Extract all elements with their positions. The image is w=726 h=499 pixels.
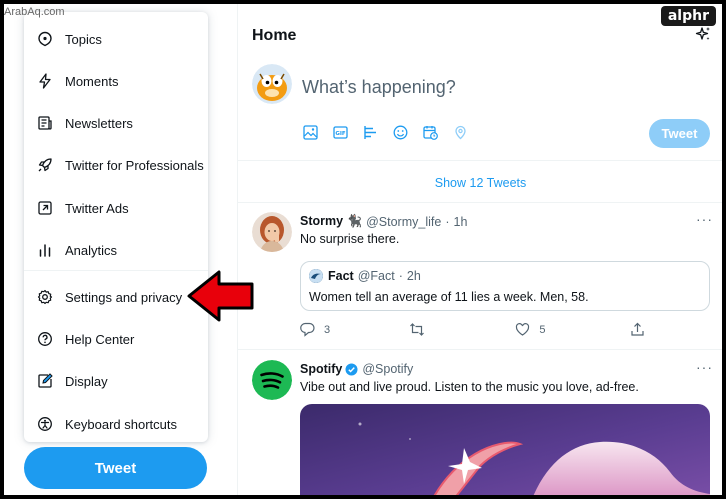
screenshot-frame: ArabAq.com alphr Topics Moments Newslett… bbox=[4, 4, 722, 495]
divider bbox=[238, 349, 722, 350]
accessibility-icon bbox=[37, 416, 53, 432]
tweet-header: Spotify @Spotify bbox=[300, 362, 413, 376]
verified-badge-icon bbox=[345, 363, 358, 376]
menu-item-label: Twitter for Professionals bbox=[65, 157, 204, 173]
retweet-icon bbox=[409, 323, 424, 336]
retweet-button[interactable] bbox=[409, 322, 516, 337]
menu-item-analytics[interactable]: Analytics bbox=[24, 230, 208, 270]
watermark: ArabAq.com bbox=[4, 6, 65, 18]
tweet-author-avatar[interactable] bbox=[252, 360, 292, 400]
quoted-author-name: Fact bbox=[328, 269, 354, 283]
red-arrow-annotation bbox=[187, 270, 254, 322]
quoted-author-handle: @Fact bbox=[357, 269, 395, 283]
menu-item-label: Display bbox=[65, 373, 108, 389]
menu-item-settings-and-privacy[interactable]: Settings and privacy bbox=[24, 277, 208, 317]
menu-item-professionals[interactable]: Twitter for Professionals bbox=[24, 145, 208, 185]
quoted-author-avatar bbox=[309, 269, 323, 283]
compose-input[interactable]: What’s happening? bbox=[302, 77, 456, 98]
svg-text:GIF: GIF bbox=[335, 131, 346, 137]
show-new-tweets-link[interactable]: Show 12 Tweets bbox=[238, 164, 722, 202]
menu-divider bbox=[24, 270, 208, 271]
more-menu: Topics Moments Newsletters Twitter for P… bbox=[24, 12, 208, 442]
rocket-icon bbox=[37, 157, 53, 173]
like-count: 5 bbox=[539, 323, 546, 336]
sidebar-tweet-button[interactable]: Tweet bbox=[24, 447, 207, 489]
reply-icon bbox=[300, 322, 315, 337]
quoted-tweet-text: Women tell an average of 11 lies a week.… bbox=[309, 290, 589, 304]
user-avatar[interactable] bbox=[252, 64, 292, 104]
tweet-author-avatar[interactable] bbox=[252, 212, 292, 252]
menu-item-help-center[interactable]: Help Center bbox=[24, 319, 208, 359]
more-options-icon[interactable]: ··· bbox=[696, 359, 713, 375]
menu-item-topics[interactable]: Topics bbox=[24, 19, 208, 59]
tweet-actions: 3 5 bbox=[300, 322, 645, 337]
tweet-author-handle[interactable]: @Stormy_life bbox=[366, 215, 441, 229]
reply-button[interactable]: 3 bbox=[300, 322, 409, 337]
menu-item-label: Analytics bbox=[65, 242, 118, 258]
image-icon[interactable] bbox=[302, 124, 318, 140]
menu-item-keyboard-shortcuts[interactable]: Keyboard shortcuts bbox=[24, 404, 208, 444]
menu-item-newsletters[interactable]: Newsletters bbox=[24, 103, 208, 143]
menu-item-label: Newsletters bbox=[65, 115, 133, 131]
newsletter-icon bbox=[37, 115, 53, 131]
bar-chart-icon bbox=[37, 242, 53, 258]
menu-item-label: Keyboard shortcuts bbox=[65, 416, 178, 432]
emoji-icon[interactable] bbox=[392, 124, 408, 140]
tweet-text: No surprise there. bbox=[300, 232, 400, 246]
location-icon[interactable] bbox=[452, 124, 468, 140]
home-timeline: Home What’s happening? GIF Tweet Show 12… bbox=[237, 4, 722, 495]
separator-dot: · bbox=[398, 269, 403, 283]
heart-icon bbox=[516, 323, 530, 336]
menu-item-label: Twitter Ads bbox=[65, 200, 129, 216]
quoted-tweet-header: Fact @Fact · 2h bbox=[328, 269, 421, 283]
brand-logo: alphr bbox=[660, 6, 716, 26]
divider bbox=[238, 160, 722, 161]
tweet-text: Vibe out and live proud. Listen to the m… bbox=[300, 380, 639, 394]
poll-icon[interactable] bbox=[362, 124, 378, 140]
tweet-timestamp[interactable]: 1h bbox=[454, 215, 468, 229]
page-title: Home bbox=[252, 27, 297, 44]
more-options-icon[interactable]: ··· bbox=[696, 211, 713, 227]
menu-item-label: Help Center bbox=[65, 331, 135, 347]
tweet-author-name[interactable]: Spotify bbox=[300, 362, 342, 376]
tweet-author-name[interactable]: Stormy 🐈‍⬛ bbox=[300, 214, 362, 229]
quoted-tweet[interactable]: Fact @Fact · 2h Women tell an average of… bbox=[300, 261, 710, 311]
compose-toolbar: GIF bbox=[302, 124, 468, 140]
tweet-header: Stormy 🐈‍⬛ @Stormy_life · 1h bbox=[300, 214, 467, 229]
menu-item-label: Moments bbox=[65, 73, 119, 89]
quoted-timestamp: 2h bbox=[406, 269, 421, 283]
separator-dot: · bbox=[445, 214, 450, 229]
gif-icon[interactable]: GIF bbox=[332, 124, 348, 140]
like-button[interactable]: 5 bbox=[515, 322, 630, 337]
divider bbox=[238, 202, 722, 203]
reply-count: 3 bbox=[324, 323, 331, 336]
topics-icon bbox=[37, 31, 53, 47]
question-icon bbox=[37, 331, 53, 347]
external-arrow-icon bbox=[37, 200, 53, 216]
share-button[interactable] bbox=[630, 322, 645, 337]
pencil-icon bbox=[37, 373, 53, 389]
menu-item-label: Settings and privacy bbox=[65, 289, 183, 305]
compose-tweet-button[interactable]: Tweet bbox=[649, 119, 710, 148]
menu-item-label: Topics bbox=[65, 31, 102, 47]
share-icon bbox=[631, 322, 644, 336]
menu-item-twitter-ads[interactable]: Twitter Ads bbox=[24, 188, 208, 228]
sparkle-icon[interactable] bbox=[694, 26, 712, 49]
lightning-icon bbox=[37, 73, 53, 89]
schedule-icon[interactable] bbox=[422, 124, 438, 140]
menu-item-moments[interactable]: Moments bbox=[24, 61, 208, 101]
gear-icon bbox=[37, 289, 53, 305]
tweet-media-image[interactable] bbox=[300, 404, 710, 495]
tweet-author-handle[interactable]: @Spotify bbox=[362, 362, 413, 376]
menu-item-display[interactable]: Display bbox=[24, 361, 208, 401]
